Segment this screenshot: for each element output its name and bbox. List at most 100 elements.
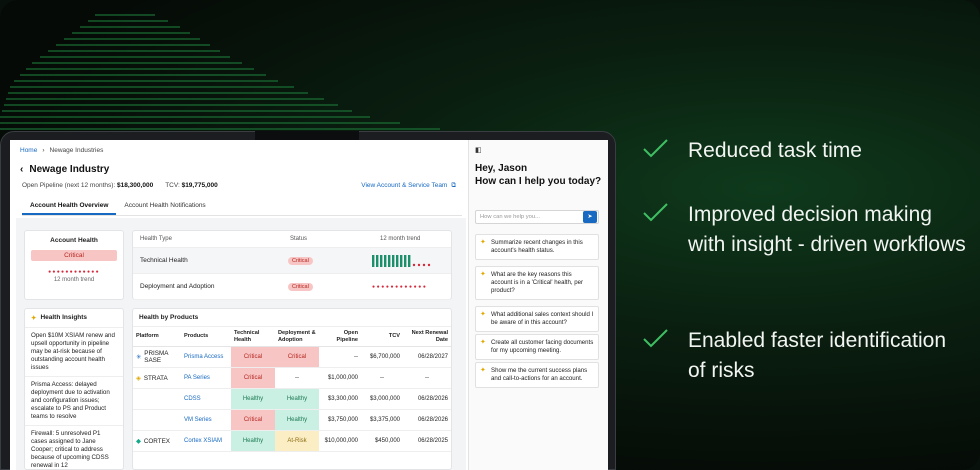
sparkle-icon: ✦ [480,239,486,246]
renewal-cell: 06/28/2026 [403,388,451,410]
sparkle-icon: ✦ [480,339,486,346]
pipeline-cell: $3,300,000 [319,388,361,410]
suggestion-text: Show me the current success plans and ca… [491,367,588,382]
status-badge: Critical [288,257,313,265]
deployment-cell: Healthy [275,409,319,431]
breadcrumb-current: Newage Industries [49,147,104,154]
tcv-value: $19,775,000 [181,182,218,189]
suggestion-item[interactable]: ✦ Summarize recent changes in this accoun… [475,234,599,260]
technical-health-cell: Healthy [231,430,275,452]
account-health-status: Critical [31,250,117,261]
deployment-cell: Healthy [275,388,319,410]
trend-sparkline [372,254,431,267]
health-type-header: Health Type Status 12 month trend [133,231,451,248]
sparkle-icon: ✦ [31,315,37,322]
pipeline-cell: $10,000,000 [319,430,361,452]
platform-cell [133,388,181,410]
deployment-cell: Critical [275,346,319,368]
open-pipeline-label: Open Pipeline (next 12 months): [22,182,116,189]
table-row[interactable]: ◆ CORTEX Cortex XSIAM Healthy At-Risk $10… [133,430,451,452]
insight-item: Prisma Access: delayed deployment due to… [25,377,123,426]
renewal-cell: 06/28/2026 [403,409,451,431]
health-by-products-title: Health by Products [133,309,451,327]
platform-name: PRISMA SASE [144,350,169,364]
tcv-cell: $6,700,000 [361,346,403,368]
table-row[interactable]: VM Series Critical Healthy $3,750,000 $3… [133,409,451,431]
strata-logo-icon: ◈ [136,374,141,382]
benefit-text: Reduced task time [688,139,862,162]
suggestion-item[interactable]: ✦ What are the key reasons this account i… [475,266,599,300]
product-link[interactable]: VM Series [181,409,231,431]
breadcrumb: Home › Newage Industries [20,147,103,154]
product-link[interactable]: PA Series [181,367,231,389]
tab-bar: Account Health Overview Account Health N… [22,198,462,216]
pipeline-summary: Open Pipeline (next 12 months): $18,300,… [22,182,218,189]
deployment-cell: -- [275,367,319,389]
check-icon [643,139,668,158]
platform-cell: ◈ STRATA [133,367,181,389]
health-insights-card: ✦ Health Insights Open $10M XSIAM renew … [24,308,124,470]
table-row[interactable]: ◈ STRATA PA Series Critical -- $1,000,000… [133,367,451,389]
products-table: Platform Products Technical Health Deplo… [133,327,451,452]
health-insights-header: ✦ Health Insights [25,309,123,328]
breadcrumb-home-link[interactable]: Home [20,147,37,154]
trend-label: 12 month trend [53,277,95,283]
tab-account-health-overview[interactable]: Account Health Overview [22,198,117,215]
check-icon [643,203,668,222]
table-row[interactable]: ✳ PRISMA SASE Prisma Access Critical Crit… [133,346,451,368]
view-account-team-label: View Account & Service Team [361,182,448,189]
platform-cell: ✳ PRISMA SASE [133,346,181,368]
main-panel: Home › Newage Industries ‹ Newage Indust… [10,140,468,470]
platform-name: CORTEX [143,437,170,445]
greeting-line-1: Hey, Jason [475,163,528,174]
platform-cell: ◆ CORTEX [133,430,181,452]
suggestion-item[interactable]: ✦ What additional sales context should I … [475,306,599,332]
product-link[interactable]: Cortex XSIAM [181,430,231,452]
product-link[interactable]: Prisma Access [181,346,231,368]
external-panel-icon: ⧉ [451,182,456,189]
health-type-row[interactable]: Deployment and Adoption Critical ●●●●●●●… [133,274,451,300]
account-health-title: Account Health [50,237,98,244]
panel-toggle-icon[interactable]: ◧ [475,146,482,154]
platform-cell [133,409,181,431]
suggestion-text: Summarize recent changes in this account… [491,239,583,254]
renewal-cell: -- [403,367,451,389]
renewal-cell: 06/28/2027 [403,346,451,368]
trend-dots: ●●●●●●●●●●●● [48,269,100,275]
prisma-logo-icon: ✳ [136,353,142,361]
table-row[interactable]: CDSS Healthy Healthy $3,300,000 $3,000,0… [133,388,451,410]
suggestion-item[interactable]: ✦ Create all customer facing documents fo… [475,334,599,360]
suggestion-item[interactable]: ✦ Show me the current success plans and c… [475,362,599,388]
tab-account-health-notifications[interactable]: Account Health Notifications [116,198,213,215]
col-next-renewal: Next Renewal Date [403,327,451,347]
health-type-name: Deployment and Adoption [140,283,215,290]
status-cell: Critical [288,257,372,265]
suggestion-text: What additional sales context should I b… [491,311,594,326]
trend-dots: ●●●●●●●●●●●● [372,283,428,290]
send-icon[interactable]: ➤ [583,211,597,223]
product-link[interactable]: CDSS [181,388,231,410]
tcv-cell: $3,000,000 [361,388,403,410]
col-platform: Platform [133,327,181,347]
technical-health-cell: Critical [231,367,275,389]
tcv-label: TCV: [165,182,180,189]
technical-health-cell: Healthy [231,388,275,410]
pipeline-cell: $1,000,000 [319,367,361,389]
page-title: Newage Industry [29,164,110,175]
benefit-text: Enabled faster identification of risks [688,329,946,382]
technical-health-cell: Critical [231,346,275,368]
col-trend: 12 month trend [380,236,421,242]
sparkle-icon: ✦ [480,311,486,318]
back-arrow-icon[interactable]: ‹ [20,164,23,175]
assistant-panel: ◧ Hey, Jason How can I help you today? H… [468,140,608,470]
greeting-line-2: How can I help you today? [475,176,602,187]
assistant-greeting: Hey, Jason How can I help you today? [475,162,605,188]
health-type-row[interactable]: Technical Health Critical [133,248,451,274]
open-pipeline: Open Pipeline (next 12 months): $18,300,… [22,182,153,189]
col-deployment-adoption: Deployment & Adoption [275,327,319,347]
tcv-cell: $450,000 [361,430,403,452]
tcv: TCV: $19,775,000 [165,182,218,189]
benefit-item: Reduced task time [640,136,968,166]
view-account-team-link[interactable]: View Account & Service Team ⧉ [361,182,456,190]
assistant-input[interactable]: How can we help you... [475,210,599,224]
